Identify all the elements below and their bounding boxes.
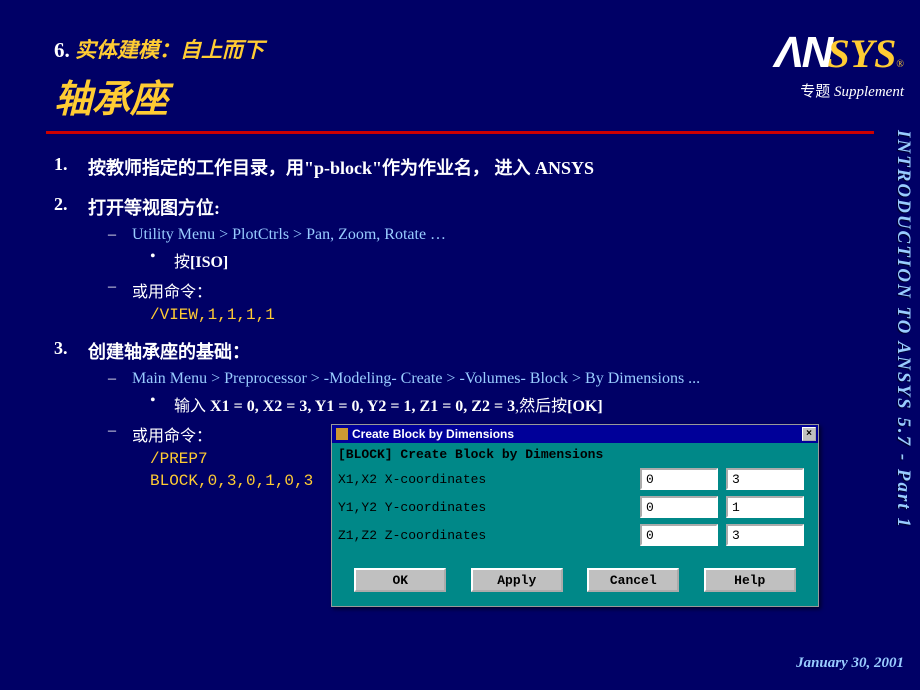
dash: – — [108, 278, 132, 302]
breadcrumb: 6. 实体建模：自上而下 — [54, 34, 874, 64]
ansys-logo: ΛN SYS ® — [774, 28, 904, 78]
bullet-item: • 按[ISO] — [150, 248, 874, 272]
breadcrumb-num: 6. — [54, 38, 70, 62]
sub-item: – Utility Menu > PlotCtrls > Pan, Zoom, … — [108, 226, 874, 244]
step-1: 1. 按教师指定的工作目录，用"p-block"作为作业名， 进入 ANSYS — [54, 154, 874, 180]
bullet: • — [150, 392, 174, 416]
step-text: 打开等视图方位: — [88, 194, 220, 220]
ok-button[interactable]: OK — [354, 568, 446, 592]
dialog-heading: [BLOCK] Create Block by Dimensions — [338, 447, 812, 462]
footer-date: January 30, 2001 — [796, 655, 904, 672]
menu-path: Main Menu > Preprocessor > -Modeling- Cr… — [132, 370, 700, 388]
label-z: Z1,Z2 Z-coordinates — [338, 528, 640, 543]
logo-block: ΛN SYS ® 专题 Supplement — [774, 28, 904, 101]
help-button[interactable]: Help — [704, 568, 796, 592]
logo-reg: ® — [896, 59, 904, 70]
input-z2[interactable] — [726, 524, 804, 546]
or-command-label: 或用命令： — [132, 422, 212, 446]
breadcrumb-text: 实体建模：自上而下 — [75, 38, 264, 62]
sub-item: – 或用命令： — [108, 278, 874, 302]
step-2: 2. 打开等视图方位: – Utility Menu > PlotCtrls >… — [54, 194, 874, 324]
logo-text: SYS — [827, 30, 896, 77]
logo-mark: ΛN — [774, 28, 831, 78]
dialog-title-text: Create Block by Dimensions — [352, 427, 514, 441]
step-num: 3. — [54, 338, 88, 364]
subtitle-en: Supplement — [830, 84, 904, 100]
apply-button[interactable]: Apply — [471, 568, 563, 592]
close-button[interactable]: × — [802, 427, 816, 441]
side-label: INTRODUCTION TO ANSYS 5.7 - Part 1 — [884, 130, 914, 610]
dash: – — [108, 422, 132, 446]
subtitle-zh: 专题 — [800, 84, 830, 100]
command-code: /VIEW,1,1,1,1 — [150, 306, 874, 324]
label-y: Y1,Y2 Y-coordinates — [338, 500, 640, 515]
or-command-label: 或用命令： — [132, 278, 212, 302]
create-block-dialog: Create Block by Dimensions × [BLOCK] Cre… — [331, 424, 819, 607]
sub-item: – Main Menu > Preprocessor > -Modeling- … — [108, 370, 874, 388]
bullet: • — [150, 248, 174, 272]
step-text: 按教师指定的工作目录，用"p-block"作为作业名， 进入 ANSYS — [88, 154, 594, 180]
dialog-titlebar[interactable]: Create Block by Dimensions × — [332, 425, 818, 443]
dash: – — [108, 226, 132, 244]
menu-path: Utility Menu > PlotCtrls > Pan, Zoom, Ro… — [132, 226, 446, 244]
input-x1[interactable] — [640, 468, 718, 490]
input-y1[interactable] — [640, 496, 718, 518]
input-z1[interactable] — [640, 524, 718, 546]
row-y: Y1,Y2 Y-coordinates — [338, 496, 812, 518]
input-y2[interactable] — [726, 496, 804, 518]
input-x2[interactable] — [726, 468, 804, 490]
step-num: 1. — [54, 154, 88, 180]
page-title: 轴承座 — [54, 68, 874, 123]
dialog-icon — [336, 428, 348, 440]
bullet-item: • 输入 X1 = 0, X2 = 3, Y1 = 0, Y2 = 1, Z1 … — [150, 392, 874, 416]
logo-subtitle: 专题 Supplement — [774, 80, 904, 101]
step-num: 2. — [54, 194, 88, 220]
label-x: X1,X2 X-coordinates — [338, 472, 640, 487]
cancel-button[interactable]: Cancel — [587, 568, 679, 592]
dialog-button-row: OK Apply Cancel Help — [338, 552, 812, 596]
dash: – — [108, 370, 132, 388]
step-text: 创建轴承座的基础： — [88, 338, 250, 364]
row-z: Z1,Z2 Z-coordinates — [338, 524, 812, 546]
row-x: X1,X2 X-coordinates — [338, 468, 812, 490]
